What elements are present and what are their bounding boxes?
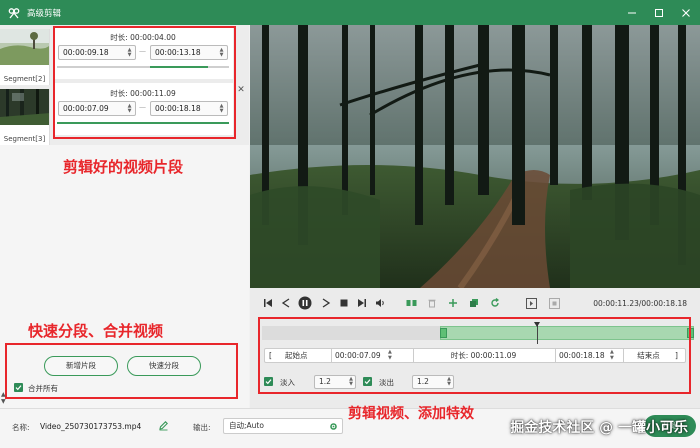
segment-thumbnail-image xyxy=(0,89,49,125)
end-bracket-icon[interactable]: ] xyxy=(675,349,678,362)
skip-to-start-icon[interactable] xyxy=(262,297,274,309)
reset-icon[interactable] xyxy=(489,297,501,309)
copy-icon[interactable] xyxy=(468,297,480,309)
minimize-icon xyxy=(628,12,636,13)
forest-video-frame xyxy=(250,25,700,288)
gear-icon xyxy=(330,423,337,430)
range-row: [ 起始点 00:00:07.09 ▲ ▼ 时长: 00:00:11.09 00:… xyxy=(264,348,686,363)
selection-start-handle[interactable] xyxy=(440,328,447,338)
quick-split-button[interactable]: 快速分段 xyxy=(127,356,201,376)
close-button[interactable] xyxy=(680,7,692,19)
pause-button[interactable] xyxy=(298,296,312,310)
merge-all-checkbox[interactable] xyxy=(14,383,23,392)
window-title: 高级剪辑 xyxy=(27,8,62,19)
fade-row: 淡入 1.2 ▲ ▼ 淡出 1.2 ▲ ▼ xyxy=(264,374,484,390)
segment-card: 时长: 00:00:04.00 00:00:09.18 ▲ ▼ — 00:00:1… xyxy=(53,27,233,79)
segment-start-input[interactable]: 00:00:09.18 ▲ ▼ xyxy=(58,45,136,60)
stepper-icon[interactable]: ▲ ▼ xyxy=(349,376,353,388)
advanced-edit-window: 高级剪辑 Segment[2] 时长: 00:00:04.00 00:00:09… xyxy=(0,0,700,448)
playback-time: 00:00:11.23/00:00:18.18 xyxy=(593,299,687,308)
segment-label: Segment[2] xyxy=(3,75,46,83)
collapse-arrows-icon[interactable]: ▲ ▼ xyxy=(1,391,6,405)
timeline-annotation: 剪辑视频、添加特效 xyxy=(348,406,474,422)
stepper-icon[interactable]: ▲ ▼ xyxy=(610,349,614,362)
maximize-button[interactable] xyxy=(653,7,665,19)
stepper-icon[interactable]: ▲ ▼ xyxy=(218,102,225,115)
stepper-icon[interactable]: ▲ ▼ xyxy=(126,102,133,115)
minimize-button[interactable] xyxy=(626,7,638,19)
name-label: 名称: xyxy=(12,423,30,432)
stepper-icon[interactable]: ▲ ▼ xyxy=(126,46,133,59)
start-bracket-icon[interactable]: [ xyxy=(269,349,272,362)
video-preview[interactable] xyxy=(250,25,700,288)
close-icon xyxy=(682,8,690,17)
fade-in-input[interactable]: 1.2 ▲ ▼ xyxy=(314,375,356,389)
watermark: 掘金技术社区 @ 一罐小可乐 xyxy=(510,420,688,436)
stepper-icon[interactable]: ▲ ▼ xyxy=(218,46,225,59)
skip-to-end-icon[interactable] xyxy=(356,297,368,309)
previous-frame-icon[interactable] xyxy=(280,297,292,309)
segment-range-bar xyxy=(57,122,229,124)
check-icon xyxy=(364,379,371,385)
add-segment-button[interactable]: 新增片段 xyxy=(44,356,118,376)
volume-icon[interactable] xyxy=(374,297,386,309)
range-duration: 时长: 00:00:11.09 xyxy=(413,349,553,362)
app-logo-icon xyxy=(7,6,21,20)
timeline-selection[interactable] xyxy=(440,326,694,340)
segment-list: Segment[2] 时长: 00:00:04.00 00:00:09.18 ▲… xyxy=(0,25,249,145)
title-bar: 高级剪辑 xyxy=(0,0,700,25)
segment-label: Segment[3] xyxy=(3,135,46,143)
playhead[interactable] xyxy=(534,322,540,344)
fade-in-label: 淡入 xyxy=(280,378,295,387)
segment-thumbnail[interactable]: Segment[2] xyxy=(0,29,50,85)
fade-out-label: 淡出 xyxy=(379,378,394,387)
delete-icon[interactable] xyxy=(426,297,438,309)
segment-duration: 时长: 00:00:04.00 xyxy=(110,33,176,42)
segment-end-input[interactable]: 00:00:18.18 ▲ ▼ xyxy=(150,101,228,116)
edit-name-icon[interactable] xyxy=(158,420,170,432)
segment-card: 时长: 00:00:11.09 00:00:07.09 ▲ ▼ — 00:00:1… xyxy=(53,83,233,135)
segment-thumbnail[interactable]: Segment[3] xyxy=(0,89,50,145)
maximize-icon xyxy=(655,8,663,17)
segment-thumbnail-image xyxy=(0,29,49,65)
set-start-button[interactable]: 起始点 xyxy=(285,349,308,362)
check-icon xyxy=(265,379,272,385)
merge-all-label: 合并所有 xyxy=(28,384,58,393)
end-time-input[interactable]: 00:00:18.18 xyxy=(555,349,610,362)
stepper-icon[interactable]: ▲ ▼ xyxy=(388,349,392,362)
stop-icon[interactable] xyxy=(338,297,350,309)
segment-panel: Segment[2] 时长: 00:00:04.00 00:00:09.18 ▲… xyxy=(0,25,249,408)
timeline-track[interactable] xyxy=(262,322,694,344)
check-icon xyxy=(15,385,22,391)
output-label: 输出: xyxy=(193,423,211,432)
timeline-panel: [ 起始点 00:00:07.09 ▲ ▼ 时长: 00:00:11.09 00:… xyxy=(250,320,700,408)
fade-out-checkbox[interactable] xyxy=(363,377,372,386)
set-end-button[interactable]: 结束点 xyxy=(623,349,673,362)
segment-end-input[interactable]: 00:00:13.18 ▲ ▼ xyxy=(150,45,228,60)
player-controls: 00:00:11.23/00:00:18.18 xyxy=(250,288,700,320)
segment-duration: 时长: 00:00:11.09 xyxy=(110,89,176,98)
next-frame-icon[interactable] xyxy=(320,297,332,309)
pause-icon xyxy=(298,296,312,310)
fade-in-checkbox[interactable] xyxy=(264,377,273,386)
segment-start-input[interactable]: 00:00:07.09 ▲ ▼ xyxy=(58,101,136,116)
selection-end-handle[interactable] xyxy=(687,328,694,338)
add-icon[interactable] xyxy=(447,297,459,309)
remove-segment-icon[interactable]: ✕ xyxy=(236,85,246,95)
segment-range-bar xyxy=(57,66,229,68)
stepper-icon[interactable]: ▲ ▼ xyxy=(447,376,451,388)
mark-in-icon[interactable] xyxy=(525,297,537,309)
file-name: Video_250730173753.mp4 xyxy=(40,422,142,431)
output-select[interactable]: 自动;Auto xyxy=(223,418,343,434)
segments-annotation: 剪辑好的视频片段 xyxy=(63,158,184,176)
mark-out-icon[interactable] xyxy=(548,297,560,309)
split-icon[interactable] xyxy=(405,297,417,309)
fade-out-input[interactable]: 1.2 ▲ ▼ xyxy=(412,375,454,389)
split-merge-annotation: 快速分段、合并视频 xyxy=(28,322,164,340)
bottom-bar: 名称: Video_250730173753.mp4 输出: 自动;Auto 开… xyxy=(0,406,700,448)
